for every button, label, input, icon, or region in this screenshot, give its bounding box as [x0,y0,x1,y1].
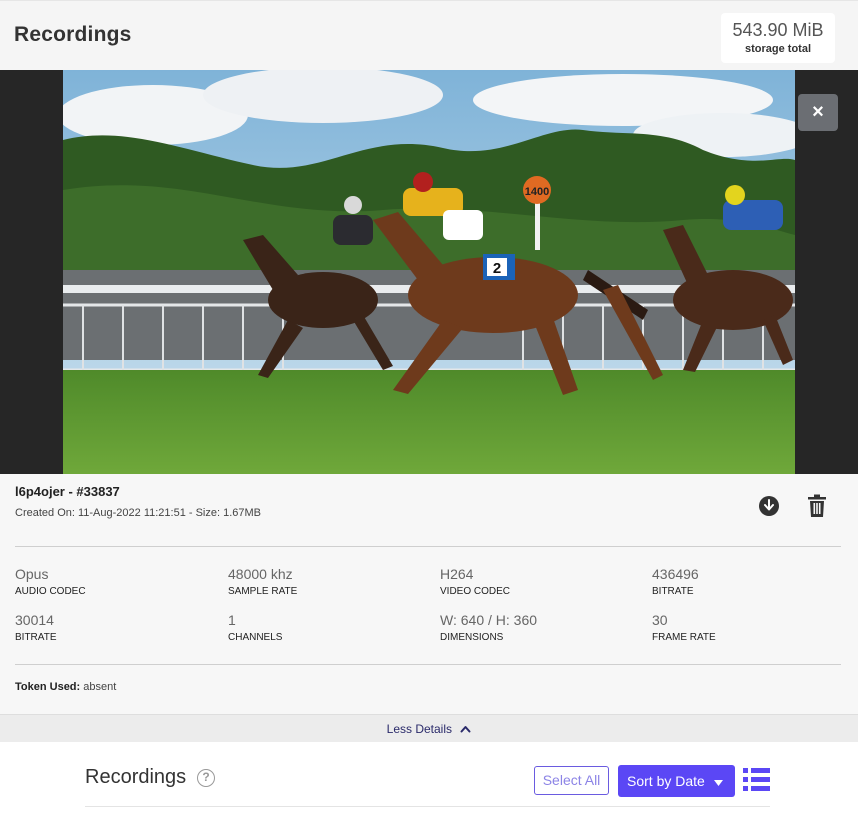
less-details-button[interactable]: Less Details [387,722,472,736]
spec-label: BITRATE [15,632,57,643]
recording-details-panel: l6p4ojer - #33837 Created On: 11-Aug-202… [0,474,858,714]
recordings-list-header: Recordings ? Select All Sort by Date [0,742,858,817]
video-frame[interactable]: 1400 2 [63,70,795,474]
spec-value: 436496 [652,566,699,582]
spec-value: 1 [228,612,236,628]
token-used-row: Token Used: absent [15,681,116,693]
spec-label: FRAME RATE [652,632,716,643]
spec-label: SAMPLE RATE [228,586,298,597]
spec-value: 48000 khz [228,566,293,582]
recording-name: l6p4ojer - #33837 [15,484,120,499]
list-view-icon[interactable] [743,767,770,792]
close-icon: × [812,101,824,123]
token-label: Token Used: [15,681,81,693]
page-header: Recordings 543.90 MiB storage total [0,0,858,70]
recordings-list-title: Recordings [85,766,187,788]
details-toggle-bar: Less Details [0,714,858,742]
trash-icon[interactable] [807,494,827,518]
recording-meta: Created On: 11-Aug-2022 11:21:51 - Size:… [15,507,262,519]
spec-frame-rate: 30 FRAME RATE [652,612,852,643]
token-value: absent [83,681,117,693]
recording-page: Recordings 543.90 MiB storage total 1400… [0,0,858,817]
download-icon[interactable] [758,495,780,517]
video-thumbnail: 1400 2 [63,70,795,474]
spec-video-codec: H264 VIDEO CODEC [440,566,640,597]
select-all-button[interactable]: Select All [534,766,609,795]
less-details-label: Less Details [386,722,453,736]
spec-value: Opus [15,566,49,582]
question-circle-icon[interactable]: ? [197,769,215,787]
list-header-divider [85,806,770,807]
spec-audio-codec: Opus AUDIO CODEC [15,566,215,597]
spec-value: 30 [652,612,668,628]
spec-value: 30014 [15,612,54,628]
details-divider-top [15,546,841,547]
spec-label: CHANNELS [228,632,283,643]
page-title: Recordings [14,23,132,46]
distance-marker-text: 1400 [525,186,549,198]
sort-label: Sort by Date [627,773,705,789]
details-divider-bottom [15,664,841,665]
storage-total-badge: 543.90 MiB storage total [721,13,835,63]
spec-channels: 1 CHANNELS [228,612,428,643]
spec-label: VIDEO CODEC [440,586,511,597]
spec-label: AUDIO CODEC [15,586,86,597]
spec-sample-rate: 48000 khz SAMPLE RATE [228,566,428,597]
close-player-button[interactable]: × [798,94,838,131]
spec-label: BITRATE [652,586,694,597]
storage-value: 543.90 MiB [732,20,824,40]
spec-label: DIMENSIONS [440,632,504,643]
sort-by-date-button[interactable]: Sort by Date [618,765,735,797]
spec-value: W: 640 / H: 360 [440,612,538,628]
storage-label: storage total [744,43,811,55]
saddle-number-text: 2 [493,260,501,277]
spec-value: H264 [440,566,474,582]
spec-audio-bitrate: 30014 BITRATE [15,612,215,643]
video-player-area: 1400 2 × [0,70,858,474]
spec-dimensions: W: 640 / H: 360 DIMENSIONS [440,612,640,643]
caret-down-icon [713,780,723,786]
spec-video-bitrate: 436496 BITRATE [652,566,852,597]
chevron-up-icon [460,726,471,733]
